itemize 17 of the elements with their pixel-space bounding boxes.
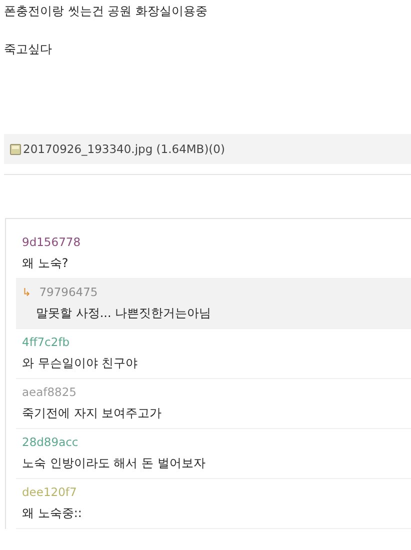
comment-author[interactable]: dee120f7	[22, 485, 77, 499]
comment-author[interactable]: 9d156778	[22, 235, 81, 249]
comment-text: 와 무슨일이야 친구야	[22, 355, 139, 372]
comment-text: 왜 노숙?	[22, 255, 70, 272]
comment-text: 죽기전에 자지 보여주고가	[22, 405, 163, 422]
comment-text: 말못할 사정... 나쁜짓한거는아님	[35, 305, 212, 322]
attachment-link[interactable]: 20170926_193340.jpg (1.64MB)(0)	[23, 142, 225, 156]
post-text: 죽고싶다	[4, 41, 53, 58]
comment-author[interactable]: 79796475	[39, 285, 98, 299]
comment-author[interactable]: 28d89acc	[22, 435, 78, 449]
reply-arrow-icon: ↳	[22, 286, 32, 298]
comment-text: 왜 노숙중::	[22, 505, 83, 522]
file-icon	[10, 144, 21, 154]
comment-text: 노숙 인방이라도 해서 돈 벌어보자	[22, 455, 206, 472]
post-text: 폰충전이랑 씻는건 공원 화장실이용중	[4, 3, 208, 20]
comment-author[interactable]: 4ff7c2fb	[22, 335, 70, 349]
comment-author[interactable]: aeaf8825	[22, 385, 76, 399]
